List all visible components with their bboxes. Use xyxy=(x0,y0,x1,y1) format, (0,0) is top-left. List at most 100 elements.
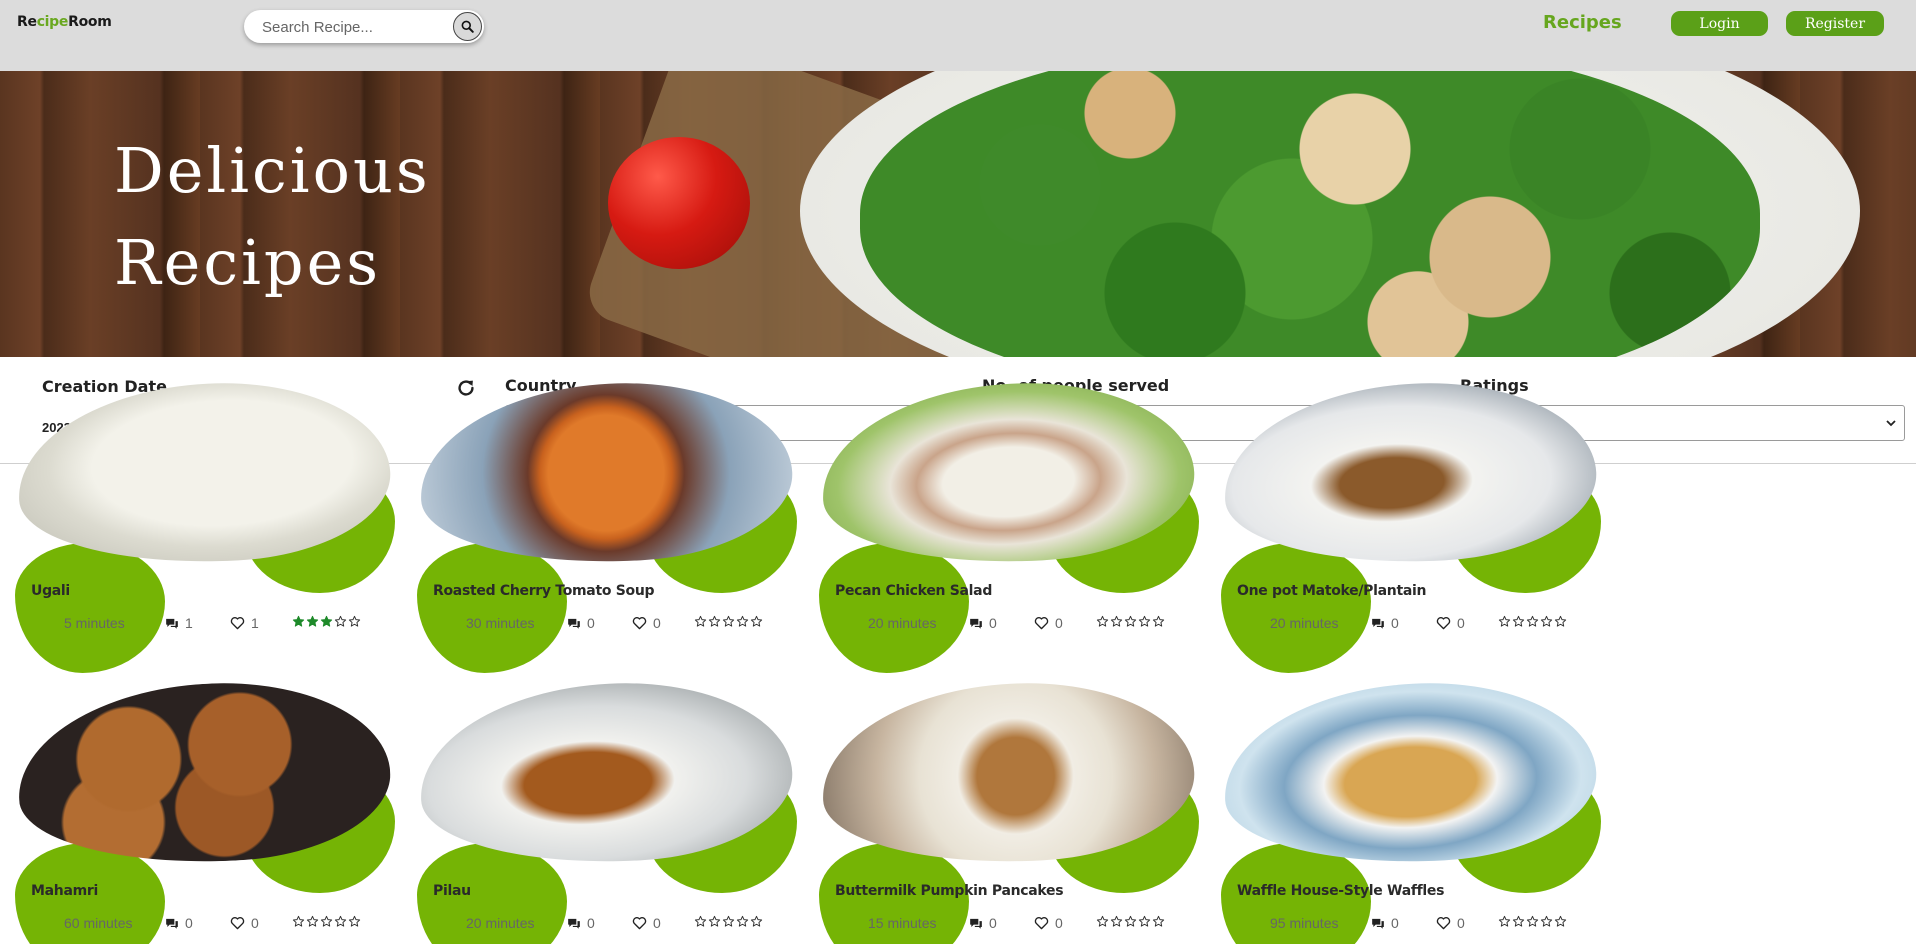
recipe-title[interactable]: Buttermilk Pumpkin Pancakes xyxy=(835,883,1064,899)
rating-stars[interactable] xyxy=(694,915,763,928)
recipe-duration: 95 minutes xyxy=(1270,915,1339,931)
likes-count: 0 xyxy=(653,915,661,931)
star-empty-icon[interactable] xyxy=(1498,615,1511,628)
star-empty-icon[interactable] xyxy=(1110,915,1123,928)
recipe-comments[interactable]: 1 xyxy=(165,615,193,631)
star-empty-icon[interactable] xyxy=(1498,915,1511,928)
star-empty-icon[interactable] xyxy=(694,915,707,928)
comments-icon xyxy=(1372,618,1384,629)
recipe-likes[interactable]: 0 xyxy=(1436,615,1465,631)
star-empty-icon[interactable] xyxy=(1124,915,1137,928)
star-empty-icon[interactable] xyxy=(348,615,361,628)
star-empty-icon[interactable] xyxy=(1096,915,1109,928)
decor-blob-left xyxy=(15,543,165,673)
rating-stars[interactable] xyxy=(1498,615,1567,628)
star-empty-icon[interactable] xyxy=(722,615,735,628)
recipe-duration: 15 minutes xyxy=(868,915,937,931)
rating-stars[interactable] xyxy=(292,615,361,628)
recipe-title[interactable]: Pecan Chicken Salad xyxy=(835,583,992,599)
star-empty-icon[interactable] xyxy=(750,915,763,928)
recipe-title[interactable]: Ugali xyxy=(31,583,70,599)
recipe-comments[interactable]: 0 xyxy=(1371,615,1399,631)
recipe-likes[interactable]: 1 xyxy=(230,615,259,631)
rating-stars[interactable] xyxy=(1096,915,1165,928)
star-empty-icon[interactable] xyxy=(1554,615,1567,628)
star-empty-icon[interactable] xyxy=(1540,915,1553,928)
star-empty-icon[interactable] xyxy=(1152,915,1165,928)
recipe-card[interactable]: Roasted Cherry Tomato Soup 30 minutes 0 0 xyxy=(402,374,802,678)
star-empty-icon[interactable] xyxy=(1512,615,1525,628)
star-empty-icon[interactable] xyxy=(348,915,361,928)
star-filled-icon[interactable] xyxy=(306,615,319,628)
star-empty-icon[interactable] xyxy=(1526,915,1539,928)
recipe-card[interactable]: Pilau 20 minutes 0 0 xyxy=(402,674,802,944)
likes-count: 0 xyxy=(1055,915,1063,931)
recipe-likes[interactable]: 0 xyxy=(632,615,661,631)
recipe-card[interactable]: Ugali 5 minutes 1 1 xyxy=(0,374,400,678)
recipe-likes[interactable]: 0 xyxy=(632,915,661,931)
star-empty-icon[interactable] xyxy=(722,915,735,928)
recipe-comments[interactable]: 0 xyxy=(567,615,595,631)
star-empty-icon[interactable] xyxy=(1540,615,1553,628)
recipe-likes[interactable]: 0 xyxy=(1034,615,1063,631)
search-button[interactable] xyxy=(453,12,482,41)
star-empty-icon[interactable] xyxy=(1124,615,1137,628)
recipe-comments[interactable]: 0 xyxy=(969,915,997,931)
recipe-title[interactable]: Roasted Cherry Tomato Soup xyxy=(433,583,655,599)
search-input[interactable] xyxy=(262,17,442,37)
star-empty-icon[interactable] xyxy=(1096,615,1109,628)
logo-text-re: Re xyxy=(17,14,37,30)
rating-stars[interactable] xyxy=(1096,615,1165,628)
star-empty-icon[interactable] xyxy=(1554,915,1567,928)
star-filled-icon[interactable] xyxy=(292,615,305,628)
decor-blob-left xyxy=(417,543,567,673)
comments-icon xyxy=(970,918,982,929)
recipe-comments[interactable]: 0 xyxy=(969,615,997,631)
star-empty-icon[interactable] xyxy=(306,915,319,928)
star-empty-icon[interactable] xyxy=(320,915,333,928)
recipe-comments[interactable]: 0 xyxy=(1371,915,1399,931)
recipe-title[interactable]: One pot Matoke/Plantain xyxy=(1237,583,1426,599)
star-empty-icon[interactable] xyxy=(708,615,721,628)
register-button[interactable]: Register xyxy=(1786,11,1884,36)
login-button[interactable]: Login xyxy=(1671,11,1768,36)
decor-blob-left xyxy=(1221,543,1371,673)
star-empty-icon[interactable] xyxy=(1512,915,1525,928)
recipe-card[interactable]: Buttermilk Pumpkin Pancakes 15 minutes 0 0 xyxy=(804,674,1204,944)
star-empty-icon[interactable] xyxy=(750,615,763,628)
star-empty-icon[interactable] xyxy=(334,915,347,928)
recipe-title[interactable]: Mahamri xyxy=(31,883,98,899)
nav-recipes-link[interactable]: Recipes xyxy=(1543,12,1622,33)
recipe-likes[interactable]: 0 xyxy=(230,915,259,931)
likes-count: 0 xyxy=(251,915,259,931)
recipe-title[interactable]: Pilau xyxy=(433,883,471,899)
rating-stars[interactable] xyxy=(292,915,361,928)
site-logo[interactable]: RecipeRoom xyxy=(17,14,112,30)
recipe-comments[interactable]: 0 xyxy=(567,915,595,931)
recipe-card[interactable]: One pot Matoke/Plantain 20 minutes 0 0 xyxy=(1206,374,1606,678)
recipe-likes[interactable]: 0 xyxy=(1436,915,1465,931)
star-empty-icon[interactable] xyxy=(708,915,721,928)
star-empty-icon[interactable] xyxy=(1138,615,1151,628)
recipe-title[interactable]: Waffle House-Style Waffles xyxy=(1237,883,1444,899)
recipe-likes[interactable]: 0 xyxy=(1034,915,1063,931)
star-empty-icon[interactable] xyxy=(1152,615,1165,628)
recipe-card[interactable]: Pecan Chicken Salad 20 minutes 0 0 xyxy=(804,374,1204,678)
star-empty-icon[interactable] xyxy=(334,615,347,628)
recipe-comments[interactable]: 0 xyxy=(165,915,193,931)
recipe-card[interactable]: Waffle House-Style Waffles 95 minutes 0 0 xyxy=(1206,674,1606,944)
recipe-card[interactable]: Mahamri 60 minutes 0 0 xyxy=(0,674,400,944)
star-empty-icon[interactable] xyxy=(1110,615,1123,628)
star-filled-icon[interactable] xyxy=(320,615,333,628)
rating-stars[interactable] xyxy=(1498,915,1567,928)
star-empty-icon[interactable] xyxy=(736,615,749,628)
decor-blob-left xyxy=(819,543,969,673)
star-empty-icon[interactable] xyxy=(1138,915,1151,928)
star-empty-icon[interactable] xyxy=(736,915,749,928)
heart-icon xyxy=(230,617,245,630)
star-empty-icon[interactable] xyxy=(292,915,305,928)
rating-stars[interactable] xyxy=(694,615,763,628)
star-empty-icon[interactable] xyxy=(1526,615,1539,628)
chevron-down-icon xyxy=(1886,420,1896,427)
star-empty-icon[interactable] xyxy=(694,615,707,628)
